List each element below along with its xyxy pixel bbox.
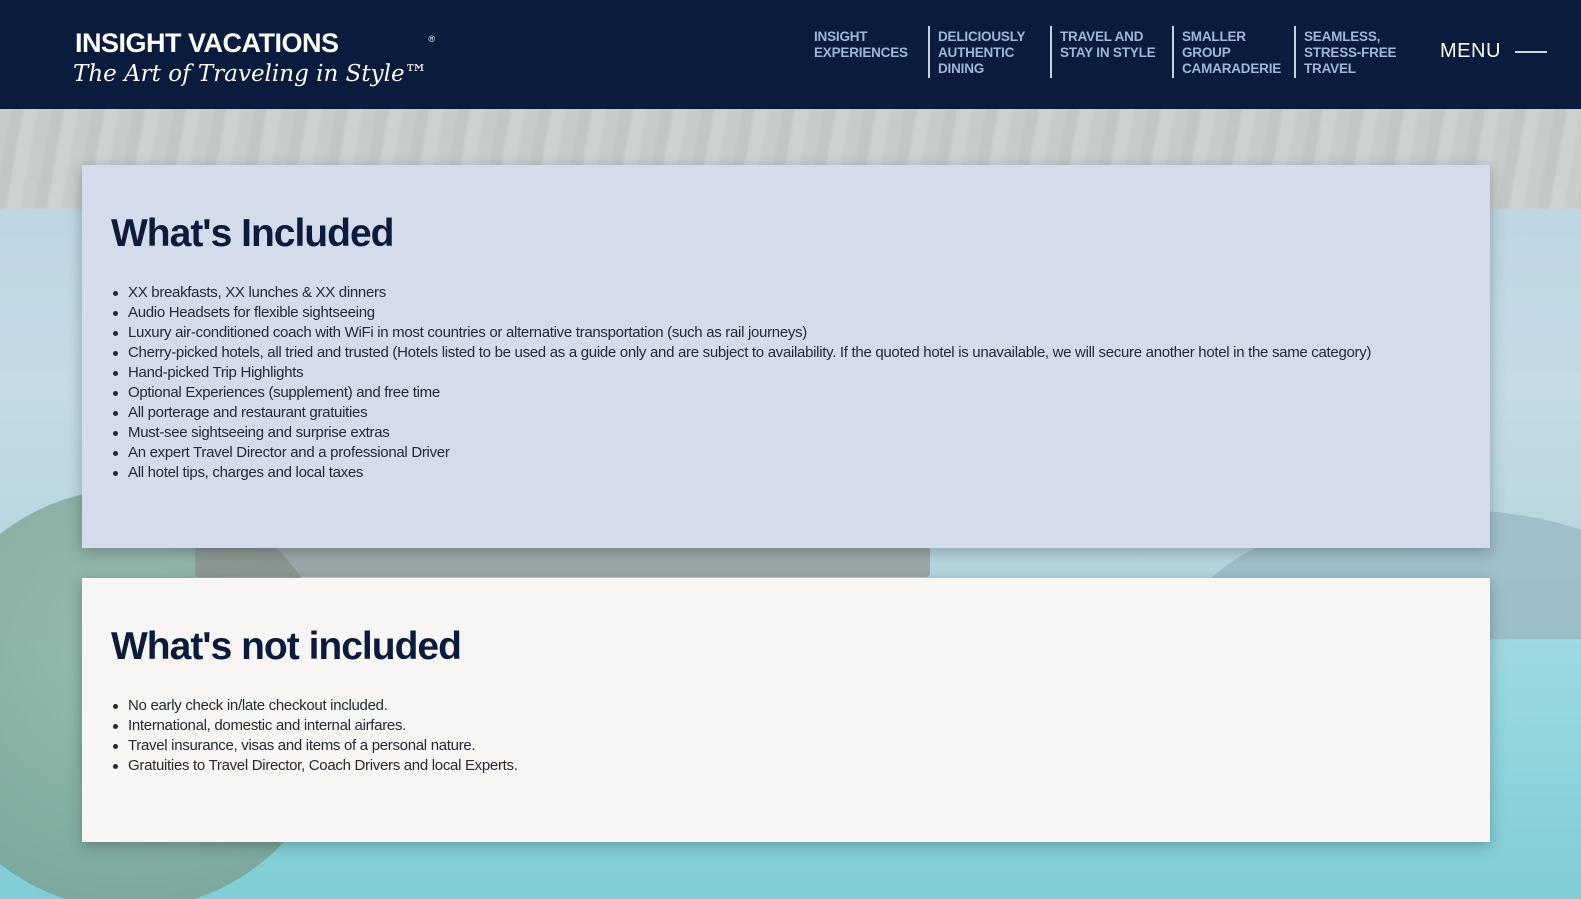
list-item: All hotel tips, charges and local taxes	[113, 463, 1462, 483]
logo-registered-mark: ®	[428, 34, 435, 44]
menu-button[interactable]: MENU	[1440, 40, 1547, 63]
logo-tagline: The Art of Traveling in Style™	[73, 61, 428, 87]
list-item: Must-see sightseeing and surprise extras	[113, 423, 1462, 443]
included-title: What's Included	[111, 212, 394, 255]
not-included-card: What's not included No early check in/la…	[82, 578, 1490, 842]
menu-line-icon	[1514, 50, 1547, 53]
logo-wordmark: INSIGHT VACATIONS ®	[75, 28, 435, 58]
menu-label: MENU	[1440, 40, 1501, 62]
site-header: INSIGHT VACATIONS ® The Art of Traveling…	[0, 0, 1581, 109]
list-item: Optional Experiences (supplement) and fr…	[113, 383, 1462, 403]
main-nav: INSIGHT EXPERIENCES DELICIOUSLY AUTHENTI…	[806, 26, 1416, 78]
list-item: Travel insurance, visas and items of a p…	[113, 736, 1462, 756]
list-item: XX breakfasts, XX lunches & XX dinners	[113, 283, 1462, 303]
nav-item-insight-experiences[interactable]: INSIGHT EXPERIENCES	[806, 26, 928, 78]
nav-item-smaller-group[interactable]: SMALLER GROUP CAMARADERIE	[1172, 26, 1294, 78]
list-item: All porterage and restaurant gratuities	[113, 403, 1462, 423]
list-item: Cherry-picked hotels, all tried and trus…	[113, 343, 1462, 363]
list-item: Hand-picked Trip Highlights	[113, 363, 1462, 383]
nav-item-seamless-travel[interactable]: SEAMLESS, STRESS-FREE TRAVEL	[1294, 26, 1416, 78]
nav-item-dining[interactable]: DELICIOUSLY AUTHENTIC DINING	[928, 26, 1050, 78]
logo[interactable]: INSIGHT VACATIONS ® The Art of Traveling…	[73, 28, 435, 88]
included-card: What's Included XX breakfasts, XX lunche…	[82, 165, 1490, 548]
not-included-list: No early check in/late checkout included…	[111, 696, 1462, 776]
list-item: International, domestic and internal air…	[113, 716, 1462, 736]
list-item: Audio Headsets for flexible sightseeing	[113, 303, 1462, 323]
not-included-title: What's not included	[111, 625, 462, 668]
nav-item-travel-stay[interactable]: TRAVEL AND STAY IN STYLE	[1050, 26, 1172, 78]
logo-wordmark-text: INSIGHT VACATIONS	[75, 28, 339, 58]
list-item: Gratuities to Travel Director, Coach Dri…	[113, 756, 1462, 776]
included-list: XX breakfasts, XX lunches & XX dinners A…	[111, 283, 1462, 483]
list-item: Luxury air-conditioned coach with WiFi i…	[113, 323, 1462, 343]
list-item: An expert Travel Director and a professi…	[113, 443, 1462, 463]
list-item: No early check in/late checkout included…	[113, 696, 1462, 716]
